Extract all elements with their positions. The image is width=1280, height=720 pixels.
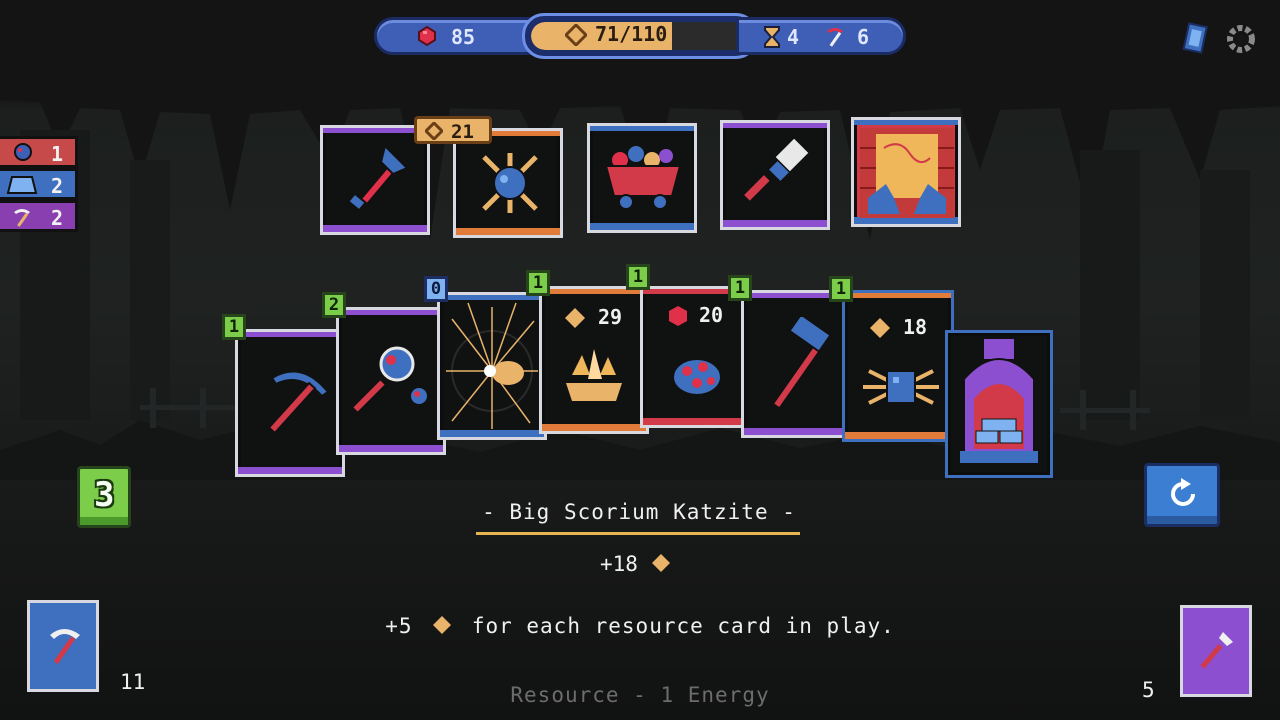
- hourglass-count: 4: [787, 25, 800, 49]
- ore-counter: 1: [0, 136, 78, 168]
- energy-diamond-icon: [433, 616, 452, 634]
- shop-card-brush[interactable]: [720, 120, 830, 230]
- card-title: - Big Scorium Katzite -: [482, 500, 796, 524]
- hourglass-icon: [764, 26, 780, 48]
- cost-badge: 1: [829, 276, 853, 302]
- pickaxe-icon: [50, 629, 80, 665]
- turn-stats: 4 6: [736, 17, 906, 55]
- hand-card-magnifier[interactable]: [336, 307, 446, 455]
- ruby-count: 85: [451, 25, 476, 49]
- treasure-map-icon: [860, 128, 954, 218]
- inventory-counters: 1 2 2: [0, 136, 78, 232]
- card-value: 20: [699, 303, 724, 327]
- energy-diamond-icon: [651, 554, 670, 572]
- card-value: 18: [903, 315, 928, 339]
- burst-icon: [446, 302, 538, 429]
- spiked-ore-icon: [482, 153, 538, 213]
- ingot-icon: [6, 176, 38, 194]
- shop-card-spiked-ore[interactable]: [453, 128, 563, 238]
- minecart-icon: [604, 146, 682, 210]
- draw-pile-count: 11: [120, 670, 146, 694]
- pickaxe-icon: [14, 209, 30, 227]
- scorium-icon: [863, 369, 939, 405]
- hammer-icon: [771, 317, 832, 410]
- card-type-line: Resource - 1 Energy: [510, 683, 770, 707]
- ingot-counter: 2: [0, 168, 78, 200]
- reroll-button[interactable]: [1144, 463, 1220, 527]
- pickaxe-icon: [827, 28, 843, 47]
- cost-badge: 1: [222, 314, 246, 340]
- ruby-icon: [418, 26, 436, 46]
- discard-pile-count: 5: [1142, 678, 1155, 702]
- energy-diamond-icon: [565, 308, 585, 328]
- ruby-ore-icon: [672, 358, 722, 396]
- cost-badge: 1: [728, 275, 752, 301]
- ruby-counter: 85: [374, 17, 544, 55]
- deck-view-icon[interactable]: [1178, 22, 1212, 56]
- energy-diamond-icon: [565, 24, 587, 46]
- shovel-icon: [349, 144, 409, 209]
- shop-card-map[interactable]: [851, 117, 961, 227]
- ruby-icon: [669, 306, 687, 326]
- title-underline: [476, 532, 800, 535]
- energy-text: 71/110: [595, 22, 668, 46]
- energy-diamond-icon: [425, 122, 443, 140]
- price-tag: 21: [414, 116, 492, 144]
- refresh-icon: [1171, 478, 1195, 506]
- card-effect-text: +5 for each resource card in play.: [385, 614, 895, 638]
- furnace-icon: [960, 339, 1038, 464]
- discard-pile[interactable]: [1180, 605, 1252, 697]
- hand-card-furnace[interactable]: [945, 330, 1053, 478]
- cost-badge: 0: [424, 276, 448, 302]
- pickaxe-count: 6: [857, 25, 870, 49]
- hand-card-crystal[interactable]: 29: [539, 286, 649, 434]
- crystal-icon: [566, 349, 622, 401]
- hand-card-hammer[interactable]: [741, 290, 851, 438]
- card-value: 29: [598, 305, 623, 329]
- card-bonus: +18: [600, 552, 671, 576]
- shop-price: 21: [451, 121, 474, 143]
- turns-remaining: 3: [77, 466, 131, 528]
- resource-hud: 85 71/110 4 6: [374, 13, 906, 59]
- cost-badge: 2: [322, 292, 346, 318]
- hand-card-pickaxe[interactable]: [235, 329, 345, 477]
- ore-icon: [14, 143, 32, 161]
- shovel-icon: [1200, 632, 1233, 669]
- hand-card-burst[interactable]: [437, 292, 547, 440]
- hand-card-ruby-ore[interactable]: 20: [640, 286, 750, 428]
- pickaxe-icon: [267, 370, 330, 435]
- hand-card-scorium[interactable]: 18: [842, 290, 954, 442]
- brush-icon: [741, 135, 812, 204]
- pickaxe-counter: 2: [0, 200, 78, 232]
- shop-card-ore-cart[interactable]: [587, 123, 697, 233]
- settings-gear-icon[interactable]: [1224, 22, 1258, 56]
- draw-pile[interactable]: [27, 600, 99, 692]
- cost-badge: 1: [626, 264, 650, 290]
- energy-bar: 71/110: [522, 13, 758, 59]
- game-scene: 85 71/110 4 6 1 2 2 21 1 2 0 29 1 20 1 1…: [0, 0, 1280, 720]
- cost-badge: 1: [526, 270, 550, 296]
- magnifier-icon: [350, 346, 429, 415]
- energy-diamond-icon: [870, 318, 890, 338]
